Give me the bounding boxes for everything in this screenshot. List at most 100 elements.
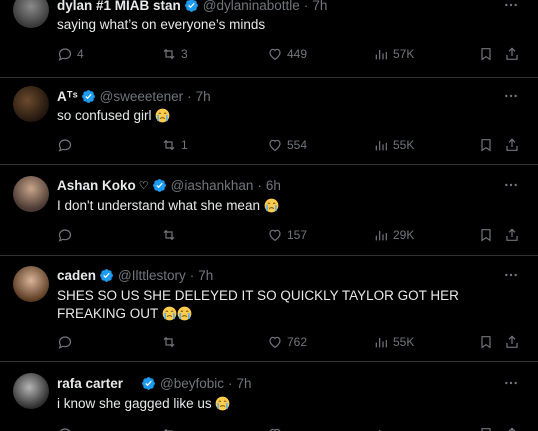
views-icon [375,231,387,241]
avatar[interactable] [13,86,49,122]
timeline: dylan #1 MIAB stan @dylaninabottle · 7h … [0,0,538,431]
avatar[interactable] [13,0,49,28]
verified-badge-icon [152,178,166,192]
retweet-button[interactable] [161,332,181,352]
retweet-button[interactable] [161,424,177,431]
reply-button[interactable] [57,424,73,431]
like-button[interactable]: 449 [267,44,307,64]
bookmark-button[interactable] [478,44,494,64]
like-button[interactable] [267,424,283,431]
timestamp[interactable]: 7h [237,376,252,391]
separator-dot: · [257,177,262,193]
avatar[interactable] [13,373,49,409]
like-icon [269,48,281,61]
retweet-button[interactable]: 3 [161,44,188,64]
retweet-button[interactable] [161,225,181,245]
tweet-0[interactable]: dylan #1 MIAB stan @dylaninabottle · 7h … [0,0,538,78]
views-button[interactable]: 55K [373,332,414,352]
bookmark-button[interactable] [478,225,494,245]
tweet-text-content: SHES SO US SHE DELEYED IT SO QUICKLY TAY… [57,288,459,321]
like-button[interactable]: 762 [267,332,307,352]
retweet-button[interactable]: 1 [161,135,188,155]
bookmark-button[interactable] [478,424,494,431]
like-count: 762 [287,335,308,349]
reply-button[interactable] [57,225,77,245]
author-handle[interactable]: @dylaninabottle [203,0,300,13]
share-button[interactable] [504,332,520,352]
views-button[interactable] [373,424,389,431]
more-icon[interactable] [502,176,520,194]
author-name[interactable]: dylan #1 MIAB stan [57,0,181,13]
views-button[interactable]: 57K [373,44,414,64]
tweet-text-content: I don't understand what she mean [57,198,260,213]
avatar[interactable] [13,176,49,212]
author-handle[interactable]: @Ilttlestory [118,268,186,283]
more-icon[interactable] [502,87,520,105]
reply-button[interactable]: 4 [57,44,84,64]
timestamp[interactable]: 7h [198,268,213,283]
more-icon[interactable] [502,374,520,392]
share-icon [506,47,518,60]
more-icon[interactable] [502,0,520,14]
like-icon [269,229,281,242]
like-button[interactable]: 157 [267,225,307,245]
reply-button[interactable] [57,135,77,155]
retweet-count: 1 [181,138,188,152]
retweet-count: 3 [181,47,188,61]
author-name[interactable]: Ashan Koko [57,178,136,193]
author-handle[interactable]: @iashankhan [171,178,254,193]
tweet-text: i know she gagged like us [57,395,508,413]
tweet-actions: 762 55K [57,332,527,352]
tweet-actions [57,424,527,431]
timestamp[interactable]: 7h [196,89,211,104]
timestamp[interactable]: 7h [312,0,327,13]
separator-dot: · [189,267,195,283]
timestamp[interactable]: 6h [266,178,281,193]
verified-badge-icon [100,268,113,282]
tweet-text-content: so confused girl [57,108,152,123]
crying-emoji-icon [162,306,177,321]
tweet-actions: 4 3 449 57K [57,44,527,64]
views-button[interactable]: 29K [373,225,414,245]
reply-icon [58,336,72,349]
share-button[interactable] [504,225,520,245]
tweet-header: rafa carter @beyfobic · 7h [57,374,252,392]
author-name[interactable]: rafa carter [57,376,123,391]
tweet-text: so confused girl [57,107,508,125]
tweet-header: Ashan Koko ♡ @iashankhan · 6h [57,176,281,194]
separator-dot: · [187,88,192,104]
crying-emoji-icon [264,198,279,213]
tweet-1[interactable]: Aᵀˢ @sweeetener · 7h so confused girl 1 [0,78,538,165]
retweet-icon [163,428,173,431]
like-icon [269,428,281,431]
author-handle[interactable]: @beyfobic [160,376,224,391]
tweet-2[interactable]: Ashan Koko ♡ @iashankhan · 6h I don't un… [0,165,538,256]
retweet-icon [163,229,175,241]
tweet-4[interactable]: rafa carter @beyfobic · 7h i know she ga… [0,362,538,431]
views-icon [375,141,387,151]
verified-badge-icon [142,376,155,390]
views-button[interactable]: 55K [373,135,414,155]
views-icon [375,50,387,60]
tweet-header: Aᵀˢ @sweeetener · 7h [57,87,211,105]
avatar[interactable] [13,266,49,302]
reply-count: 4 [77,47,84,61]
bookmark-icon [481,336,491,349]
author-name[interactable]: caden [57,268,96,283]
tweet-text-content: i know she gagged like us [57,396,212,411]
share-icon [506,228,518,241]
tweet-3[interactable]: caden @Ilttlestory · 7h SHES SO US SHE D… [0,256,538,362]
share-button[interactable] [504,135,520,155]
bookmark-button[interactable] [478,135,494,155]
author-name[interactable]: Aᵀˢ [57,89,78,104]
reply-icon [59,428,71,431]
like-count: 449 [287,47,308,61]
bookmark-button[interactable] [478,332,494,352]
share-button[interactable] [504,44,520,64]
more-icon[interactable] [502,266,520,284]
like-button[interactable]: 554 [267,135,307,155]
tweet-text: SHES SO US SHE DELEYED IT SO QUICKLY TAY… [57,287,508,323]
author-handle[interactable]: @sweeetener [100,89,184,104]
reply-button[interactable] [57,332,77,352]
share-button[interactable] [504,424,520,431]
